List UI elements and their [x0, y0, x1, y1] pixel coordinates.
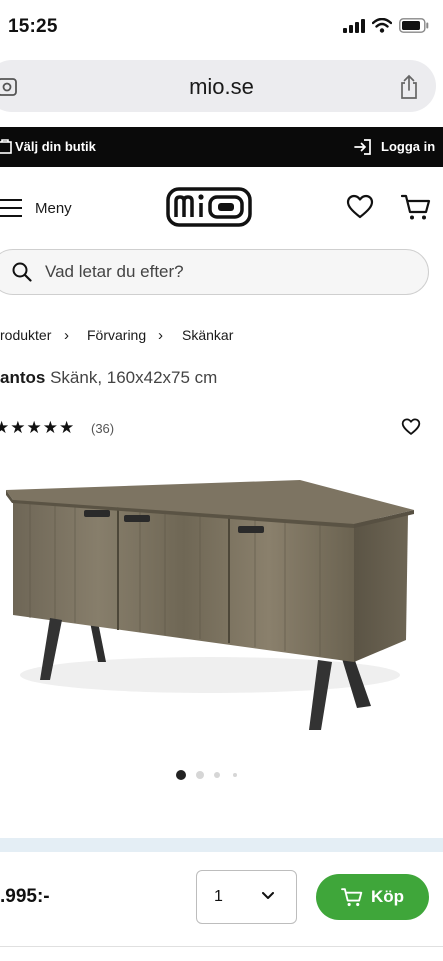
- cart-icon[interactable]: [401, 193, 431, 221]
- status-time: 15:25: [8, 16, 58, 37]
- breadcrumb-separator-icon: ›: [158, 327, 163, 344]
- search-icon: [12, 262, 32, 282]
- mio-logo[interactable]: [166, 187, 252, 227]
- menu-button-label[interactable]: Meny: [35, 200, 72, 217]
- quantity-value[interactable]: 1: [214, 888, 223, 906]
- chevron-down-icon[interactable]: [262, 892, 274, 900]
- section-divider: [0, 838, 443, 852]
- status-icons: [343, 18, 429, 33]
- breadcrumb-separator-icon: ›: [64, 327, 69, 344]
- breadcrumb-item[interactable]: rodukter: [0, 327, 51, 343]
- carousel-dot-active[interactable]: [176, 770, 186, 780]
- product-description: Skänk, 160x42x75 cm: [50, 368, 218, 387]
- signal-icon: [343, 18, 365, 33]
- wishlist-heart-icon[interactable]: [401, 418, 421, 436]
- rating-stars[interactable]: ★★★★★: [0, 418, 75, 438]
- carousel-dot[interactable]: [214, 772, 220, 778]
- review-count[interactable]: (36): [91, 421, 114, 436]
- breadcrumb-item[interactable]: Förvaring: [87, 327, 146, 343]
- breadcrumb-item[interactable]: Skänkar: [182, 327, 233, 343]
- login-link[interactable]: Logga in: [381, 139, 435, 154]
- carousel-dot[interactable]: [196, 771, 204, 779]
- share-icon[interactable]: [398, 74, 420, 100]
- quantity-select[interactable]: [196, 870, 297, 924]
- product-title: antos Skänk, 160x42x75 cm: [0, 368, 217, 388]
- product-price: .995:-: [0, 886, 50, 907]
- product-image[interactable]: [0, 470, 443, 750]
- product-name: antos: [0, 368, 46, 387]
- login-icon[interactable]: [354, 138, 372, 156]
- store-icon[interactable]: [0, 138, 12, 154]
- wifi-icon: [372, 18, 392, 33]
- buy-button-label[interactable]: Köp: [371, 887, 404, 907]
- carousel-dot[interactable]: [233, 773, 237, 777]
- battery-icon: [399, 18, 429, 33]
- choose-store-link[interactable]: Välj din butik: [15, 139, 96, 154]
- bottom-toolbar-edge: [0, 946, 443, 961]
- cart-icon[interactable]: [341, 887, 363, 907]
- favorites-heart-icon[interactable]: [346, 194, 374, 220]
- hamburger-menu-icon[interactable]: [0, 197, 24, 219]
- url-text[interactable]: mio.se: [0, 74, 443, 100]
- search-placeholder[interactable]: Vad letar du efter?: [45, 262, 184, 282]
